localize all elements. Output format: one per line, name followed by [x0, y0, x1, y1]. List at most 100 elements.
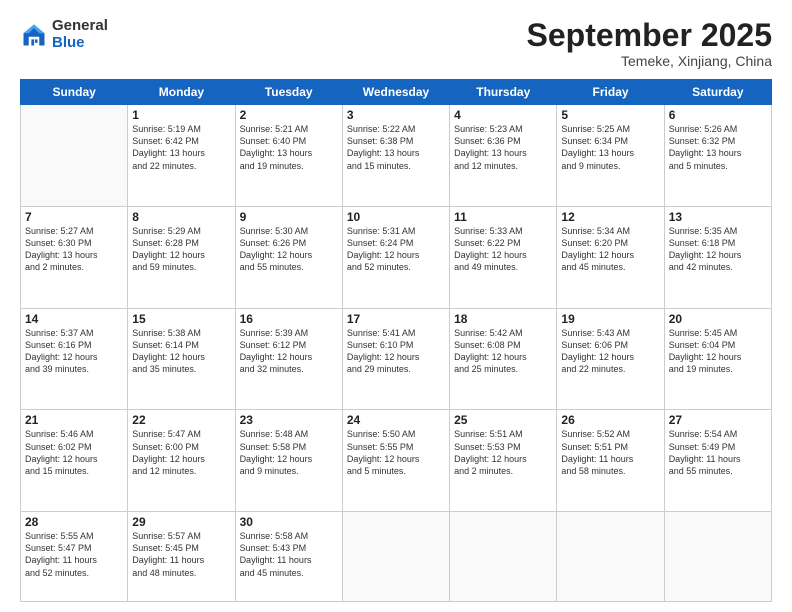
calendar-cell [664, 512, 771, 602]
day-info: Sunrise: 5:47 AMSunset: 6:00 PMDaylight:… [132, 428, 230, 477]
col-tuesday: Tuesday [235, 80, 342, 105]
calendar-cell: 2Sunrise: 5:21 AMSunset: 6:40 PMDaylight… [235, 105, 342, 207]
day-info: Sunrise: 5:58 AMSunset: 5:43 PMDaylight:… [240, 530, 338, 579]
day-info: Sunrise: 5:35 AMSunset: 6:18 PMDaylight:… [669, 225, 767, 274]
day-info: Sunrise: 5:22 AMSunset: 6:38 PMDaylight:… [347, 123, 445, 172]
col-friday: Friday [557, 80, 664, 105]
day-info: Sunrise: 5:55 AMSunset: 5:47 PMDaylight:… [25, 530, 123, 579]
calendar-cell: 25Sunrise: 5:51 AMSunset: 5:53 PMDayligh… [450, 410, 557, 512]
day-number: 19 [561, 312, 659, 326]
calendar-cell: 5Sunrise: 5:25 AMSunset: 6:34 PMDaylight… [557, 105, 664, 207]
day-info: Sunrise: 5:45 AMSunset: 6:04 PMDaylight:… [669, 327, 767, 376]
day-info: Sunrise: 5:41 AMSunset: 6:10 PMDaylight:… [347, 327, 445, 376]
day-number: 13 [669, 210, 767, 224]
day-number: 6 [669, 108, 767, 122]
calendar-cell: 10Sunrise: 5:31 AMSunset: 6:24 PMDayligh… [342, 206, 449, 308]
day-number: 4 [454, 108, 552, 122]
day-info: Sunrise: 5:33 AMSunset: 6:22 PMDaylight:… [454, 225, 552, 274]
day-info: Sunrise: 5:25 AMSunset: 6:34 PMDaylight:… [561, 123, 659, 172]
calendar-cell: 17Sunrise: 5:41 AMSunset: 6:10 PMDayligh… [342, 308, 449, 410]
day-number: 12 [561, 210, 659, 224]
day-number: 30 [240, 515, 338, 529]
day-info: Sunrise: 5:26 AMSunset: 6:32 PMDaylight:… [669, 123, 767, 172]
day-number: 5 [561, 108, 659, 122]
calendar-week-2: 7Sunrise: 5:27 AMSunset: 6:30 PMDaylight… [21, 206, 772, 308]
day-info: Sunrise: 5:19 AMSunset: 6:42 PMDaylight:… [132, 123, 230, 172]
calendar-cell: 27Sunrise: 5:54 AMSunset: 5:49 PMDayligh… [664, 410, 771, 512]
calendar-table: Sunday Monday Tuesday Wednesday Thursday… [20, 79, 772, 602]
day-number: 24 [347, 413, 445, 427]
logo-general-text: General [52, 18, 108, 35]
day-number: 11 [454, 210, 552, 224]
day-info: Sunrise: 5:30 AMSunset: 6:26 PMDaylight:… [240, 225, 338, 274]
day-number: 3 [347, 108, 445, 122]
month-title: September 2025 [527, 18, 772, 53]
day-info: Sunrise: 5:46 AMSunset: 6:02 PMDaylight:… [25, 428, 123, 477]
day-number: 2 [240, 108, 338, 122]
day-number: 26 [561, 413, 659, 427]
calendar-cell: 1Sunrise: 5:19 AMSunset: 6:42 PMDaylight… [128, 105, 235, 207]
calendar-cell [450, 512, 557, 602]
day-number: 21 [25, 413, 123, 427]
header: General Blue September 2025 Temeke, Xinj… [20, 18, 772, 69]
calendar-cell: 26Sunrise: 5:52 AMSunset: 5:51 PMDayligh… [557, 410, 664, 512]
calendar-cell [342, 512, 449, 602]
day-info: Sunrise: 5:48 AMSunset: 5:58 PMDaylight:… [240, 428, 338, 477]
calendar-week-4: 21Sunrise: 5:46 AMSunset: 6:02 PMDayligh… [21, 410, 772, 512]
calendar-cell: 3Sunrise: 5:22 AMSunset: 6:38 PMDaylight… [342, 105, 449, 207]
calendar-cell: 21Sunrise: 5:46 AMSunset: 6:02 PMDayligh… [21, 410, 128, 512]
calendar-cell: 19Sunrise: 5:43 AMSunset: 6:06 PMDayligh… [557, 308, 664, 410]
day-number: 10 [347, 210, 445, 224]
calendar-cell: 8Sunrise: 5:29 AMSunset: 6:28 PMDaylight… [128, 206, 235, 308]
day-number: 7 [25, 210, 123, 224]
calendar-cell: 20Sunrise: 5:45 AMSunset: 6:04 PMDayligh… [664, 308, 771, 410]
page: General Blue September 2025 Temeke, Xinj… [0, 0, 792, 612]
day-number: 15 [132, 312, 230, 326]
day-info: Sunrise: 5:34 AMSunset: 6:20 PMDaylight:… [561, 225, 659, 274]
day-number: 27 [669, 413, 767, 427]
col-saturday: Saturday [664, 80, 771, 105]
calendar-week-3: 14Sunrise: 5:37 AMSunset: 6:16 PMDayligh… [21, 308, 772, 410]
day-number: 14 [25, 312, 123, 326]
calendar-week-1: 1Sunrise: 5:19 AMSunset: 6:42 PMDaylight… [21, 105, 772, 207]
col-thursday: Thursday [450, 80, 557, 105]
day-info: Sunrise: 5:54 AMSunset: 5:49 PMDaylight:… [669, 428, 767, 477]
calendar-cell: 9Sunrise: 5:30 AMSunset: 6:26 PMDaylight… [235, 206, 342, 308]
title-section: September 2025 Temeke, Xinjiang, China [527, 18, 772, 69]
day-number: 1 [132, 108, 230, 122]
day-number: 18 [454, 312, 552, 326]
day-info: Sunrise: 5:31 AMSunset: 6:24 PMDaylight:… [347, 225, 445, 274]
calendar-cell: 15Sunrise: 5:38 AMSunset: 6:14 PMDayligh… [128, 308, 235, 410]
calendar-cell: 24Sunrise: 5:50 AMSunset: 5:55 PMDayligh… [342, 410, 449, 512]
calendar-cell: 11Sunrise: 5:33 AMSunset: 6:22 PMDayligh… [450, 206, 557, 308]
day-info: Sunrise: 5:21 AMSunset: 6:40 PMDaylight:… [240, 123, 338, 172]
calendar-cell [557, 512, 664, 602]
calendar-cell: 4Sunrise: 5:23 AMSunset: 6:36 PMDaylight… [450, 105, 557, 207]
calendar-cell: 30Sunrise: 5:58 AMSunset: 5:43 PMDayligh… [235, 512, 342, 602]
day-info: Sunrise: 5:27 AMSunset: 6:30 PMDaylight:… [25, 225, 123, 274]
col-monday: Monday [128, 80, 235, 105]
calendar-header-row: Sunday Monday Tuesday Wednesday Thursday… [21, 80, 772, 105]
logo-blue-text: Blue [52, 35, 108, 52]
day-info: Sunrise: 5:52 AMSunset: 5:51 PMDaylight:… [561, 428, 659, 477]
day-number: 22 [132, 413, 230, 427]
day-info: Sunrise: 5:57 AMSunset: 5:45 PMDaylight:… [132, 530, 230, 579]
day-number: 20 [669, 312, 767, 326]
calendar-cell: 7Sunrise: 5:27 AMSunset: 6:30 PMDaylight… [21, 206, 128, 308]
calendar-cell: 16Sunrise: 5:39 AMSunset: 6:12 PMDayligh… [235, 308, 342, 410]
day-number: 17 [347, 312, 445, 326]
calendar-cell [21, 105, 128, 207]
location-subtitle: Temeke, Xinjiang, China [527, 53, 772, 69]
day-info: Sunrise: 5:42 AMSunset: 6:08 PMDaylight:… [454, 327, 552, 376]
day-info: Sunrise: 5:50 AMSunset: 5:55 PMDaylight:… [347, 428, 445, 477]
day-info: Sunrise: 5:51 AMSunset: 5:53 PMDaylight:… [454, 428, 552, 477]
day-info: Sunrise: 5:23 AMSunset: 6:36 PMDaylight:… [454, 123, 552, 172]
calendar-cell: 18Sunrise: 5:42 AMSunset: 6:08 PMDayligh… [450, 308, 557, 410]
day-number: 8 [132, 210, 230, 224]
col-wednesday: Wednesday [342, 80, 449, 105]
day-info: Sunrise: 5:43 AMSunset: 6:06 PMDaylight:… [561, 327, 659, 376]
calendar-week-5: 28Sunrise: 5:55 AMSunset: 5:47 PMDayligh… [21, 512, 772, 602]
day-info: Sunrise: 5:37 AMSunset: 6:16 PMDaylight:… [25, 327, 123, 376]
calendar-cell: 13Sunrise: 5:35 AMSunset: 6:18 PMDayligh… [664, 206, 771, 308]
col-sunday: Sunday [21, 80, 128, 105]
